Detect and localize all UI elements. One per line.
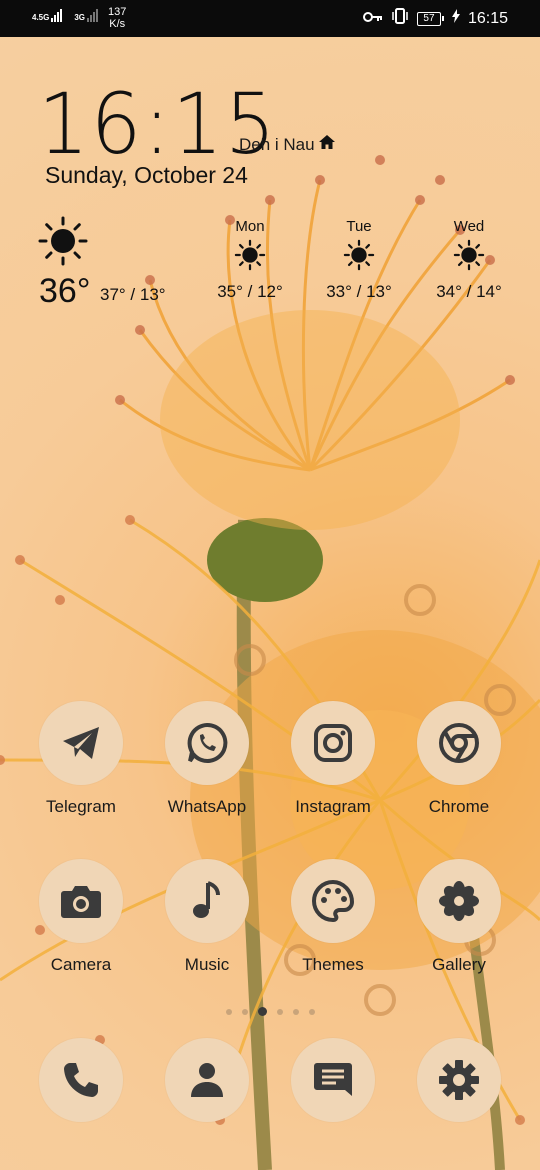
dock-messages[interactable] (278, 1038, 388, 1122)
network-speed-unit: K/s (109, 18, 126, 30)
page-indicator[interactable] (0, 1007, 540, 1016)
clock-date[interactable]: Sunday, October 24 (45, 162, 248, 189)
whatsapp-icon (165, 701, 249, 785)
page-dot[interactable] (225, 1008, 232, 1015)
forecast-day: Tue 33° / 13° (309, 218, 409, 302)
weather-widget[interactable]: 36° 37° / 13° Mon 35° / 12° Tue 33° / 13… (0, 210, 540, 310)
app-music[interactable]: Music (152, 859, 262, 975)
forecast-range: 33° / 13° (326, 282, 392, 301)
app-gallery[interactable]: Gallery (404, 859, 514, 975)
location-label: Deh i Nau (239, 134, 315, 154)
chrome-icon (417, 701, 501, 785)
messages-icon (291, 1038, 375, 1122)
flower-icon (417, 859, 501, 943)
forecast-day-name: Tue (346, 218, 372, 235)
app-camera[interactable]: Camera (26, 859, 136, 975)
dock-phone[interactable] (26, 1038, 136, 1122)
forecast-range: 35° / 12° (217, 282, 283, 301)
forecast-day-name: Wed (453, 218, 485, 235)
charging-icon (451, 9, 460, 28)
forecast-day: Wed 34° / 14° (419, 218, 519, 302)
forecast-day-name: Mon (235, 218, 265, 235)
status-time: 16:15 (467, 9, 508, 27)
app-label: WhatsApp (167, 797, 247, 816)
signal-bars-1-icon (51, 8, 63, 22)
sun-icon (38, 216, 88, 271)
network-speed-value: 137 (108, 6, 127, 18)
signal-1: 4.5G (32, 6, 63, 22)
vibrate-icon (391, 8, 409, 29)
page-dot[interactable] (241, 1008, 248, 1015)
music-icon (165, 859, 249, 943)
forecast-day: Mon 35° / 12° (200, 218, 300, 302)
sun-icon (309, 239, 409, 276)
key-icon (362, 10, 383, 28)
network-speed: 137 K/s (108, 6, 126, 30)
app-telegram[interactable]: Telegram (26, 701, 136, 817)
instagram-icon (291, 701, 375, 785)
status-bar: 4.5G 3G 137 K/s 57 16:15 (0, 0, 540, 37)
sun-icon (419, 239, 519, 276)
page-dot[interactable] (292, 1008, 299, 1015)
camera-icon (39, 859, 123, 943)
home-icon (318, 134, 336, 155)
app-themes[interactable]: Themes (278, 859, 388, 975)
page-dot-active[interactable] (257, 1007, 267, 1016)
page-dot[interactable] (308, 1008, 315, 1015)
app-label: Chrome (428, 797, 490, 816)
dock-contacts[interactable] (152, 1038, 262, 1122)
app-label: Music (184, 955, 230, 974)
phone-icon (39, 1038, 123, 1122)
battery-level: 57 (416, 11, 441, 26)
app-instagram[interactable]: Instagram (278, 701, 388, 817)
battery-icon: 57 (416, 11, 444, 26)
app-chrome[interactable]: Chrome (404, 701, 514, 817)
forecast-range: 34° / 14° (436, 282, 502, 301)
settings-gear-icon (417, 1038, 501, 1122)
contacts-icon (165, 1038, 249, 1122)
palette-icon (291, 859, 375, 943)
signal-bars-2-icon (87, 8, 99, 22)
page-dot[interactable] (276, 1008, 283, 1015)
today-range: 37° / 13° (100, 285, 166, 304)
app-label: Gallery (432, 955, 486, 974)
network-type-2: 3G (74, 13, 86, 22)
app-label: Themes (302, 955, 364, 974)
telegram-icon (39, 701, 123, 785)
current-temperature: 36° (39, 272, 91, 310)
app-label: Camera (50, 955, 112, 974)
app-label: Telegram (46, 797, 116, 816)
dock-settings[interactable] (404, 1038, 514, 1122)
app-whatsapp[interactable]: WhatsApp (152, 701, 262, 817)
network-type-1: 4.5G (32, 13, 50, 22)
sun-icon (200, 239, 300, 276)
signal-2: 3G (74, 6, 99, 22)
app-label: Instagram (295, 797, 371, 816)
clock-location[interactable]: Deh i Nau (239, 134, 336, 155)
